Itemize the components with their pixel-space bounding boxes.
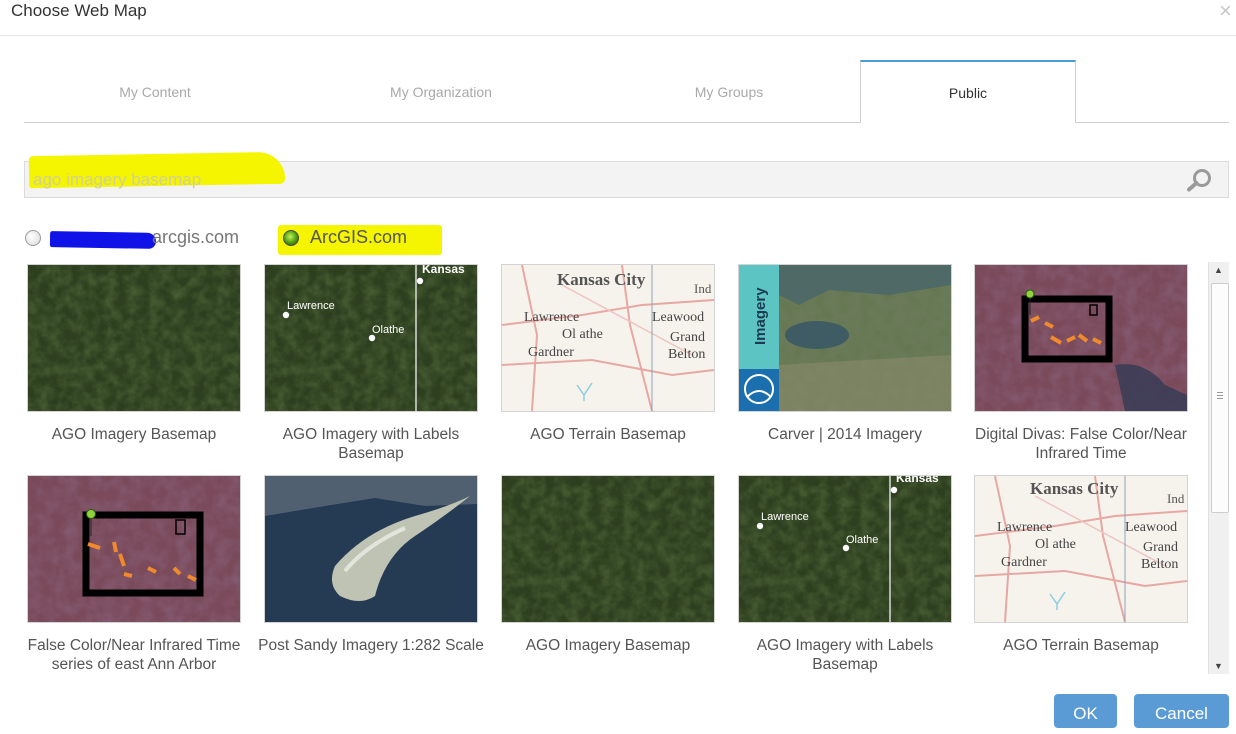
map-label: Ind — [1167, 491, 1185, 506]
map-label: Gardner — [1001, 555, 1047, 570]
source-label-org[interactable]: arcgis.com — [152, 227, 239, 248]
result-title[interactable]: AGO Terrain Basemap — [962, 636, 1200, 655]
map-label: Belton — [668, 347, 705, 362]
map-label: Grand — [1143, 540, 1178, 555]
result-title[interactable]: AGO Imagery with Labels Basemap — [726, 636, 964, 674]
map-label: Kansas — [896, 476, 939, 485]
map-label: Lawrence — [761, 511, 809, 523]
map-thumbnail[interactable] — [27, 264, 241, 412]
map-label: Kansas City — [557, 270, 646, 289]
search-icon[interactable] — [1186, 168, 1214, 192]
result-title[interactable]: AGO Terrain Basemap — [489, 425, 727, 444]
ok-button[interactable]: OK — [1054, 694, 1117, 728]
result-title[interactable]: Digital Divas: False Color/Near Infrared… — [962, 425, 1200, 463]
map-thumbnail[interactable]: Kansas Lawrence Olathe — [264, 264, 478, 412]
map-label: Olathe — [846, 534, 878, 546]
source-radio-arcgis[interactable] — [283, 230, 299, 246]
result-title[interactable]: Carver | 2014 Imagery — [726, 425, 964, 444]
map-thumbnail[interactable] — [974, 264, 1188, 412]
result-title[interactable]: AGO Imagery with Labels Basemap — [252, 425, 490, 463]
tab-bar: My Content My Organization My Groups Pub… — [24, 60, 1229, 123]
map-thumbnail[interactable] — [501, 475, 715, 623]
map-label: Imagery — [752, 287, 769, 345]
scrollbar-thumb[interactable] — [1211, 283, 1229, 513]
map-label: Grand — [670, 330, 705, 345]
map-label: Ind — [694, 281, 712, 296]
redaction-mark — [49, 231, 157, 249]
map-label: Ol athe — [562, 327, 603, 342]
map-thumbnail[interactable] — [27, 475, 241, 623]
search-box — [24, 151, 1229, 198]
scroll-down-icon[interactable]: ▼ — [1214, 661, 1223, 671]
map-thumbnail[interactable]: Kansas City Ind Lawrence Leawood Ol athe… — [974, 475, 1188, 623]
tab-my-groups[interactable]: My Groups — [598, 61, 860, 122]
map-label: Lawrence — [287, 300, 335, 312]
results-scrollbar[interactable]: ▲ ▼ — [1208, 262, 1229, 674]
dialog-title: Choose Web Map — [11, 1, 147, 20]
map-thumbnail[interactable]: Imagery — [738, 264, 952, 412]
map-label: Olathe — [372, 324, 404, 336]
map-label: Ol athe — [1035, 537, 1076, 552]
map-label: Lawrence — [524, 310, 579, 325]
source-label-arcgis[interactable]: ArcGIS.com — [310, 227, 407, 248]
map-thumbnail[interactable]: Kansas Lawrence Olathe — [738, 475, 952, 623]
tab-my-organization[interactable]: My Organization — [310, 61, 572, 122]
search-input[interactable] — [33, 169, 933, 191]
scroll-up-icon[interactable]: ▲ — [1214, 265, 1223, 275]
tab-public[interactable]: Public — [860, 60, 1076, 123]
result-title[interactable]: False Color/Near Infrared Time series of… — [15, 636, 253, 674]
map-label: Gardner — [528, 345, 574, 360]
cancel-button[interactable]: Cancel — [1134, 694, 1229, 728]
result-title[interactable]: Post Sandy Imagery 1:282 Scale — [252, 636, 490, 655]
source-selector: arcgis.com ArcGIS.com — [24, 225, 624, 256]
map-label: Kansas City — [1030, 479, 1119, 498]
result-title[interactable]: AGO Imagery Basemap — [489, 636, 727, 655]
map-label: Belton — [1141, 557, 1178, 572]
title-divider — [0, 35, 1236, 36]
map-thumbnail[interactable]: Kansas City Ind Lawrence Leawood Ol athe… — [501, 264, 715, 412]
map-label: Leawood — [652, 310, 704, 325]
tab-my-content[interactable]: My Content — [24, 61, 286, 122]
source-radio-org[interactable] — [25, 230, 41, 246]
map-thumbnail[interactable] — [264, 475, 478, 623]
map-label: Leawood — [1125, 520, 1177, 535]
map-label: Lawrence — [997, 520, 1052, 535]
close-icon[interactable]: × — [1219, 0, 1232, 24]
map-label: Kansas — [422, 265, 465, 276]
result-title[interactable]: AGO Imagery Basemap — [15, 425, 253, 444]
